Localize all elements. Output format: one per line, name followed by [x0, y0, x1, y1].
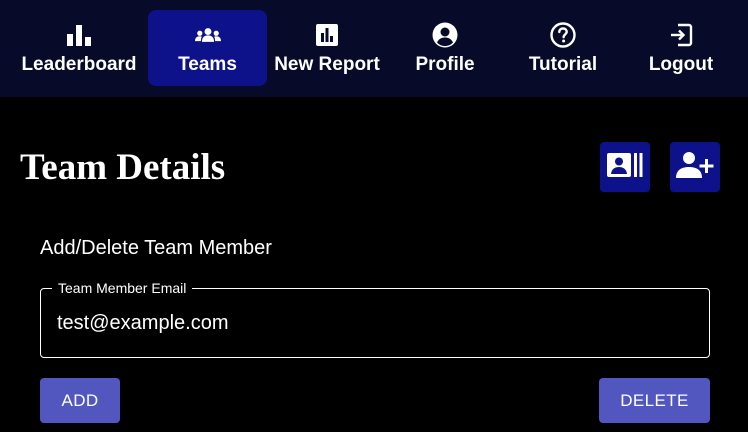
nav-new-report-label: New Report — [274, 54, 380, 75]
nav-tutorial-label: Tutorial — [528, 54, 598, 75]
report-icon — [314, 22, 340, 48]
help-icon — [550, 22, 576, 48]
groups-icon — [194, 22, 221, 48]
page-title: Team Details — [20, 147, 226, 188]
team-member-email-input[interactable] — [57, 309, 687, 337]
nav-teams-label: Teams — [178, 54, 237, 75]
contact-card-icon — [607, 152, 643, 182]
nav-new-report[interactable]: New Report — [269, 10, 385, 86]
add-delete-member-heading: Add/Delete Team Member — [40, 237, 272, 259]
top-navbar: Leaderboard Teams New Report Profile Tut… — [0, 0, 748, 97]
nav-logout-label: Logout — [648, 54, 714, 75]
add-button[interactable]: ADD — [40, 378, 120, 423]
logout-icon — [668, 22, 694, 48]
nav-tutorial[interactable]: Tutorial — [516, 10, 610, 86]
nav-profile[interactable]: Profile — [404, 10, 486, 86]
account-circle-icon — [432, 22, 458, 48]
add-user-icon — [676, 151, 714, 184]
nav-leaderboard[interactable]: Leaderboard — [18, 10, 140, 86]
team-member-email-field: Team Member Email — [40, 280, 710, 358]
delete-button[interactable]: DELETE — [599, 378, 710, 423]
nav-teams[interactable]: Teams — [148, 10, 267, 86]
team-contacts-button[interactable] — [600, 142, 650, 192]
leaderboard-icon — [66, 22, 92, 48]
team-member-email-label: Team Member Email — [52, 280, 193, 296]
nav-profile-label: Profile — [415, 54, 475, 75]
nav-logout[interactable]: Logout — [640, 10, 722, 86]
nav-leaderboard-label: Leaderboard — [21, 54, 137, 75]
add-member-button[interactable] — [670, 142, 720, 192]
